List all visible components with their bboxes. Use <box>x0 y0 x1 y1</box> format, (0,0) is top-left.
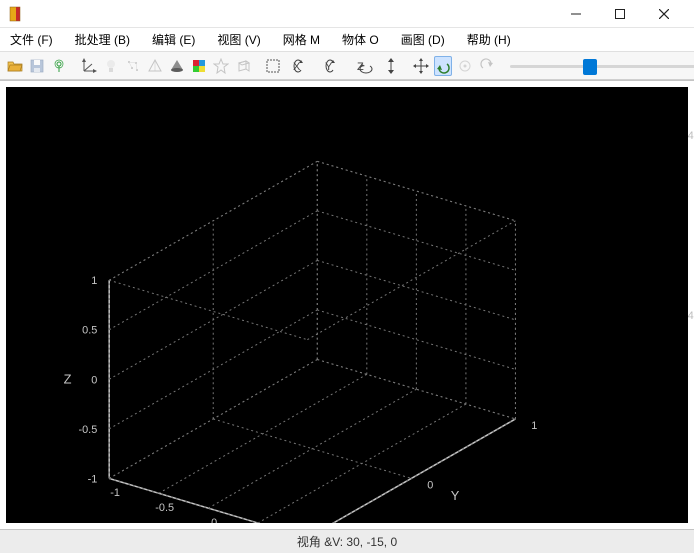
svg-text:-0.5: -0.5 <box>155 502 174 514</box>
svg-text:-1: -1 <box>110 487 120 499</box>
menu-object[interactable]: 物体 O <box>338 29 383 50</box>
svg-text:-1: -1 <box>88 473 98 485</box>
svg-text:Z: Z <box>64 371 72 386</box>
svg-text:-0.5: -0.5 <box>79 424 98 436</box>
menu-grid[interactable]: 网格 M <box>279 29 324 50</box>
menu-batch[interactable]: 批处理 (B) <box>71 29 134 50</box>
star-icon[interactable] <box>212 56 230 76</box>
crystal-icon[interactable] <box>124 56 142 76</box>
expand-icon[interactable] <box>382 56 400 76</box>
redo-icon[interactable] <box>478 56 496 76</box>
menu-plot[interactable]: 画图 (D) <box>397 29 449 50</box>
undo-icon[interactable] <box>434 56 452 76</box>
status-bar: 视角 &V: 30, -15, 0 <box>0 529 694 553</box>
status-text: 视角 &V: 30, -15, 0 <box>297 533 397 550</box>
cone-icon[interactable] <box>168 56 186 76</box>
pyramid-icon[interactable] <box>146 56 164 76</box>
3d-canvas[interactable]: -1-0.500.51-101-1-0.500.51XYZ <box>6 87 688 523</box>
menu-edit[interactable]: 编辑 (E) <box>148 29 199 50</box>
title-bar: LB <box>0 0 694 28</box>
close-button[interactable] <box>642 0 686 28</box>
center-icon[interactable] <box>456 56 474 76</box>
plot-area: 24 24 -1-0.500.51-101-1-0.500.51XYZ <box>0 80 694 529</box>
x-rotate-icon[interactable]: X <box>286 56 314 76</box>
svg-text:1: 1 <box>91 275 97 287</box>
toolbar: X Y Z <box>0 52 694 80</box>
app-icon <box>8 6 24 22</box>
svg-text:0: 0 <box>211 517 217 523</box>
select-icon[interactable] <box>264 56 282 76</box>
menu-file[interactable]: 文件 (F) <box>6 29 57 50</box>
menu-view[interactable]: 视图 (V) <box>213 29 264 50</box>
y-rotate-icon[interactable]: Y <box>318 56 346 76</box>
zoom-slider[interactable] <box>510 57 694 75</box>
open-icon[interactable] <box>6 56 24 76</box>
maximize-button[interactable] <box>598 0 642 28</box>
cube-icon[interactable] <box>234 56 252 76</box>
svg-text:0: 0 <box>427 479 433 491</box>
3d-axes: -1-0.500.51-101-1-0.500.51XYZ <box>6 87 688 523</box>
menu-help[interactable]: 帮助 (H) <box>463 29 515 50</box>
svg-text:1: 1 <box>531 420 537 432</box>
bulb-icon[interactable] <box>102 56 120 76</box>
svg-text:0: 0 <box>91 374 97 386</box>
palette-icon[interactable] <box>190 56 208 76</box>
axis-icon[interactable] <box>80 56 98 76</box>
z-rotate-icon[interactable]: Z <box>350 56 378 76</box>
antenna-icon[interactable] <box>50 56 68 76</box>
minimize-button[interactable] <box>554 0 598 28</box>
svg-text:Y: Y <box>451 488 460 503</box>
menu-bar: 文件 (F) 批处理 (B) 编辑 (E) 视图 (V) 网格 M 物体 O 画… <box>0 28 694 52</box>
save-icon[interactable] <box>28 56 46 76</box>
move-icon[interactable] <box>412 56 430 76</box>
svg-text:0.5: 0.5 <box>82 325 97 337</box>
